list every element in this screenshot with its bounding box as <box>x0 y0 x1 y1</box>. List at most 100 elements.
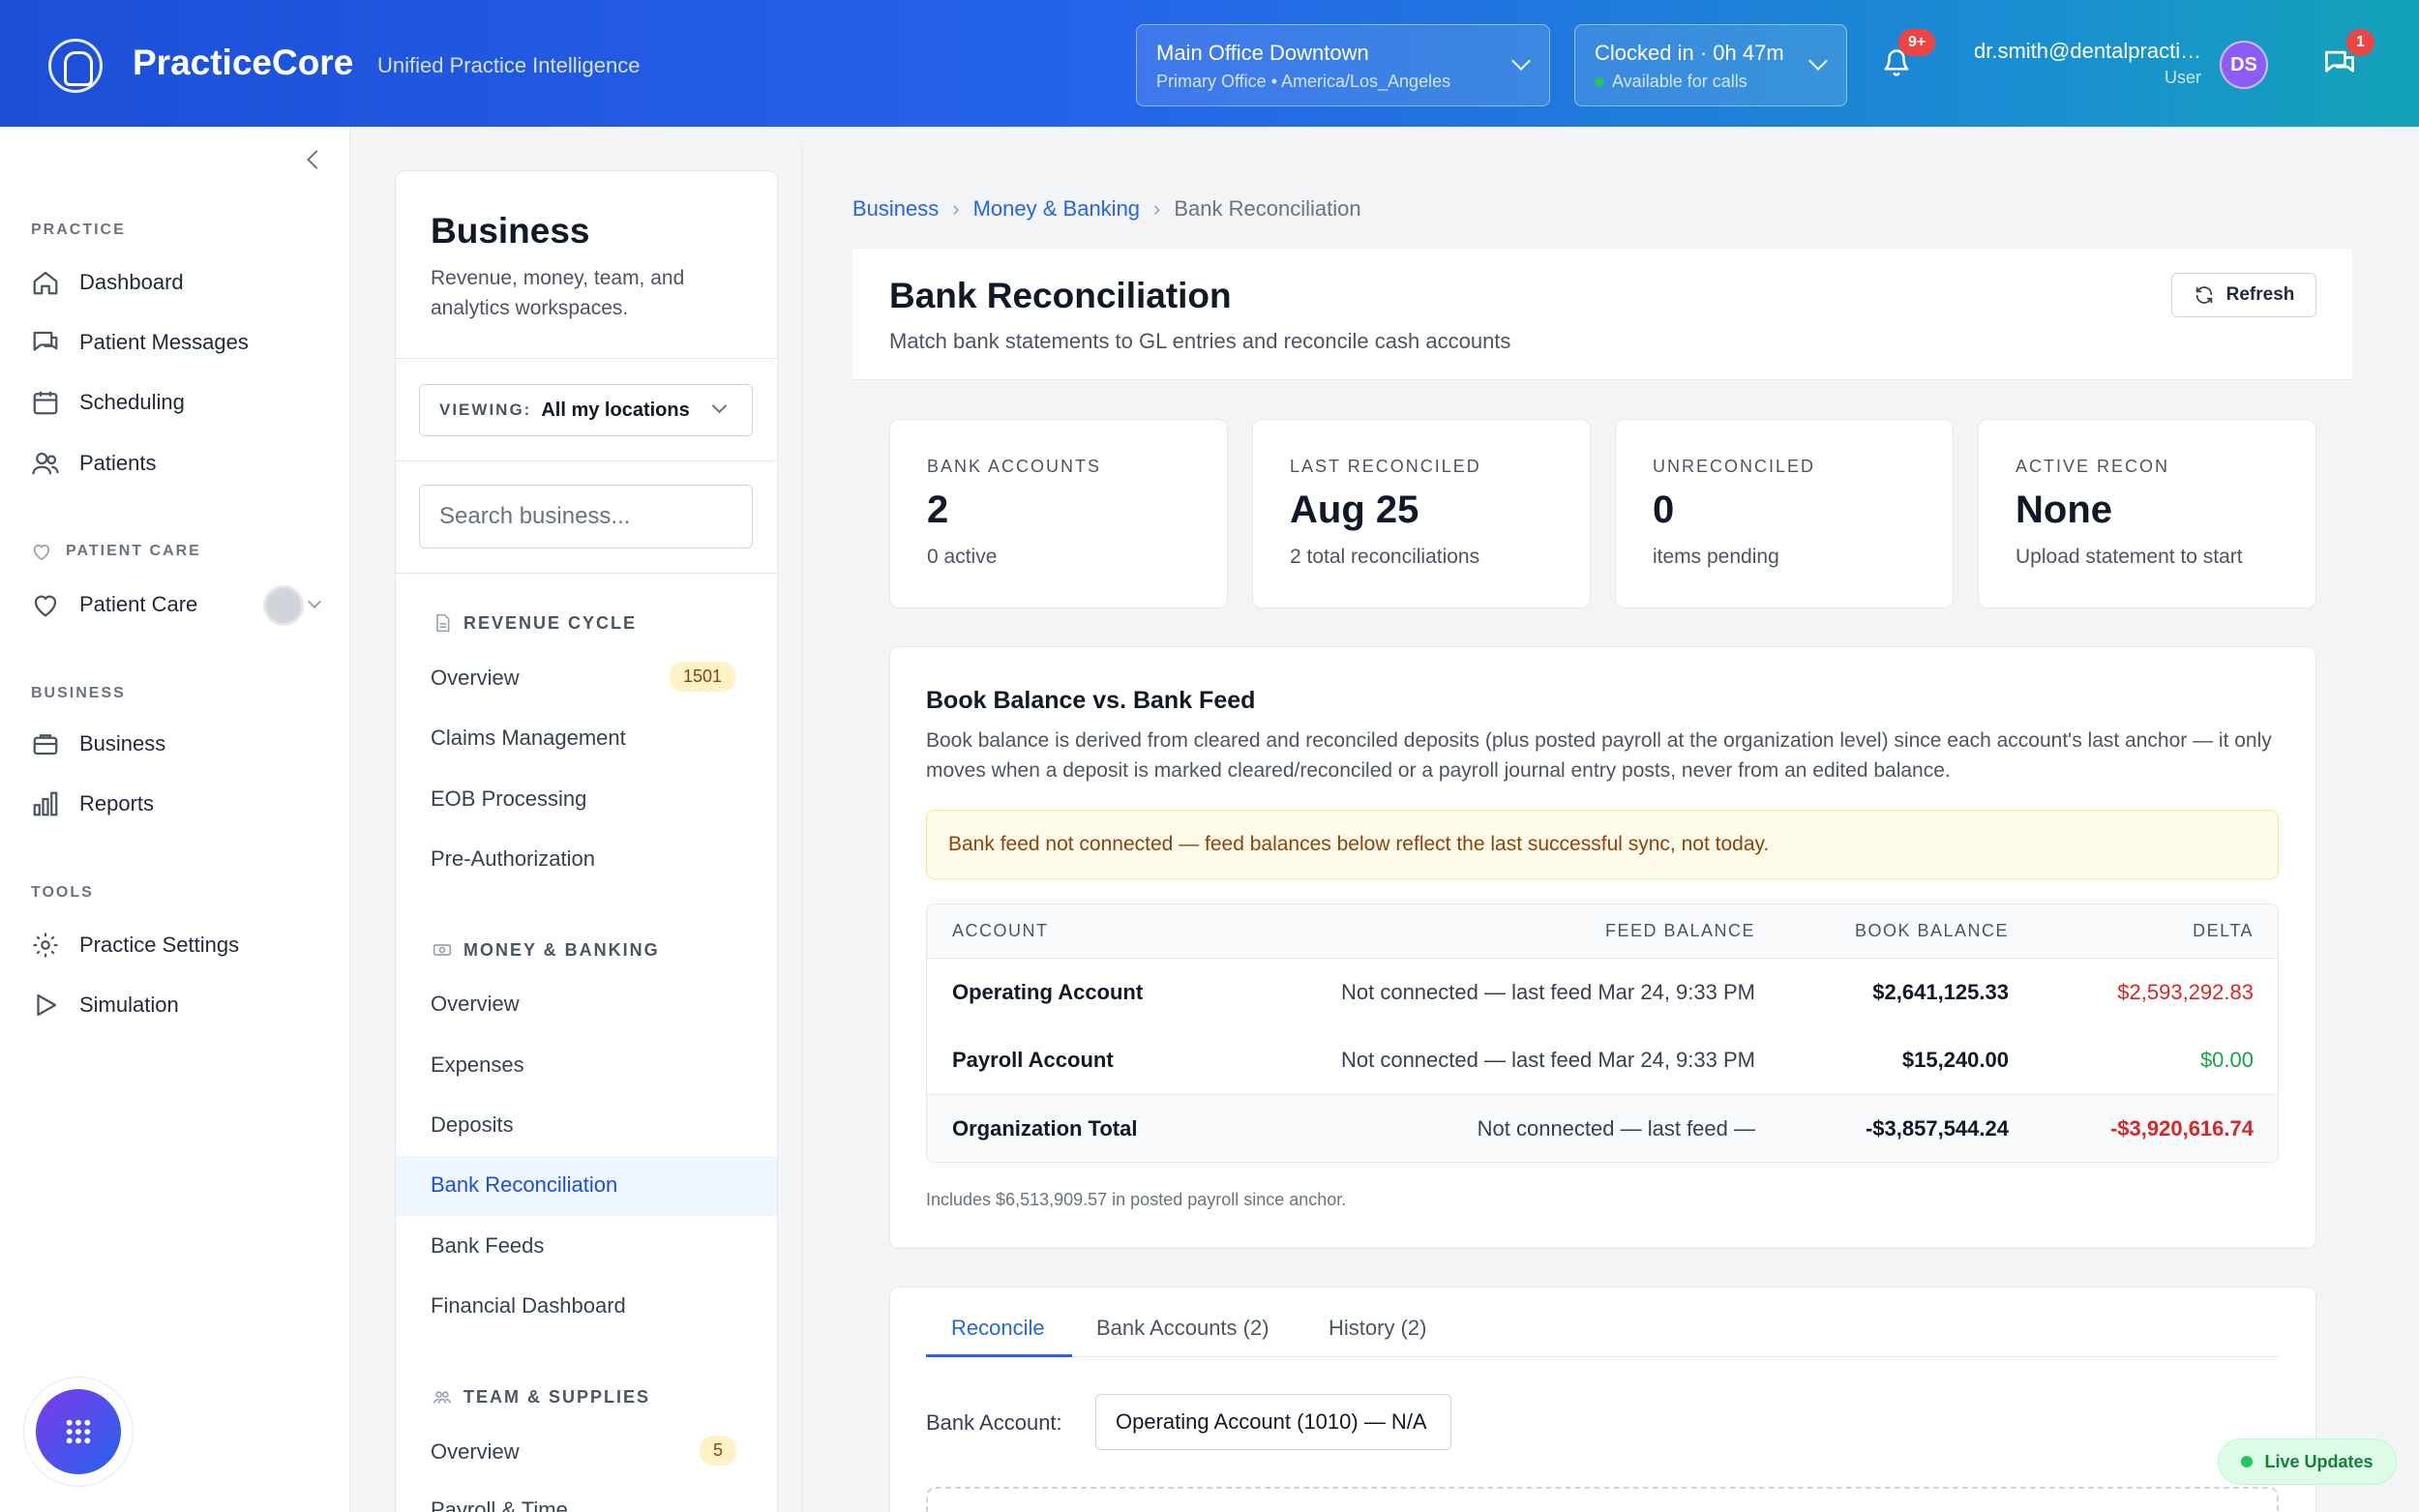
sidebar-section-business: BUSINESS <box>31 685 126 701</box>
team-icon <box>433 1391 452 1404</box>
book-balance: -$3,857,544.24 <box>1865 1115 2009 1141</box>
sidebar-item-dashboard[interactable]: Dashboard <box>31 263 184 302</box>
sidebar-item-label: Practice Settings <box>79 933 240 957</box>
stat-value: Aug 25 <box>1290 489 1419 531</box>
viewing-label: VIEWING: <box>439 400 532 419</box>
tab-divider <box>926 1356 2279 1357</box>
group-money-banking: MONEY & BANKING <box>433 938 660 962</box>
subnav-money-overview[interactable]: Overview <box>431 992 520 1017</box>
sidebar-item-business[interactable]: Business <box>31 725 165 763</box>
sidebar-item-simulation[interactable]: Simulation <box>31 986 179 1024</box>
subnav-expenses[interactable]: Expenses <box>431 1052 524 1078</box>
table-row-total: Organization Total Not connected — last … <box>927 1094 2278 1162</box>
stat-card-unreconciled: UNRECONCILED 0 items pending <box>1615 419 1954 608</box>
section-description: Book balance is derived from cleared and… <box>926 729 2272 782</box>
stat-sub: 2 total reconciliations <box>1290 546 1480 568</box>
sidebar-item-scheduling[interactable]: Scheduling <box>31 383 185 422</box>
count-badge: 1501 <box>670 662 736 692</box>
subnav-bank-feeds[interactable]: Bank Feeds <box>431 1233 544 1259</box>
live-updates-indicator: Live Updates <box>2218 1438 2397 1485</box>
balance-table: ACCOUNT FEED BALANCE BOOK BALANCE DELTA … <box>926 904 2279 1163</box>
divider <box>396 460 777 461</box>
tab-history[interactable]: History (2) <box>1329 1316 1426 1341</box>
stat-label: UNRECONCILED <box>1653 457 1816 476</box>
delta: $0.00 <box>2199 1048 2254 1072</box>
sidebar-item-label: Business <box>79 731 166 756</box>
subnav-pre-authorization[interactable]: Pre-Authorization <box>431 846 595 872</box>
search-input[interactable] <box>419 485 753 548</box>
sidebar-item-practice-settings[interactable]: Practice Settings <box>31 926 239 964</box>
briefcase-icon <box>33 734 58 756</box>
panel-title: Business <box>431 211 590 251</box>
sidebar-item-label: Patients <box>79 451 157 475</box>
patient-care-toggle[interactable] <box>263 585 304 626</box>
subnav-deposits[interactable]: Deposits <box>431 1112 514 1138</box>
avatar[interactable]: DS <box>2220 41 2268 89</box>
sidebar-item-label: Dashboard <box>79 270 184 294</box>
sidebar-item-label: Patient Messages <box>79 330 249 354</box>
stat-sub: items pending <box>1653 546 1779 568</box>
top-bar: PracticeCore Unified Practice Intelligen… <box>0 0 2419 127</box>
tagline: Unified Practice Intelligence <box>377 53 641 77</box>
bank-account-select[interactable]: Operating Account (1010) — N/A <box>1095 1394 1451 1450</box>
stat-label: ACTIVE RECON <box>2016 457 2170 476</box>
logo-icon <box>48 39 103 93</box>
sidebar-item-label: Patient Care <box>79 592 198 616</box>
account-name: Operating Account <box>952 980 1144 1004</box>
divider <box>396 573 777 574</box>
stat-sub: Upload statement to start <box>2016 546 2243 568</box>
divider <box>396 358 777 359</box>
gear-icon <box>33 933 58 958</box>
subnav-eob-processing[interactable]: EOB Processing <box>431 786 586 812</box>
delta: $2,593,292.83 <box>2117 980 2254 1004</box>
payroll-footnote: Includes $6,513,909.57 in posted payroll… <box>926 1190 1347 1209</box>
availability-status: Available for calls <box>1612 72 1747 91</box>
subnav-financial-dashboard[interactable]: Financial Dashboard <box>431 1293 626 1319</box>
breadcrumb: Business › Money & Banking › Bank Reconcilia… <box>852 196 1361 222</box>
subnav-team-overview[interactable]: Overview <box>431 1439 520 1465</box>
heart-icon <box>34 595 57 617</box>
tab-reconcile[interactable]: Reconcile <box>951 1316 1045 1341</box>
subnav-payroll-time[interactable]: Payroll & Time <box>431 1497 568 1512</box>
table-header: ACCOUNT FEED BALANCE BOOK BALANCE DELTA <box>927 904 2278 959</box>
user-email[interactable]: dr.smith@dentalpractice.com <box>1974 39 2211 64</box>
clock-status: Clocked in · 0h 47m <box>1595 41 1784 65</box>
panel-description: Revenue, money, team, and analytics work… <box>431 267 685 319</box>
sidebar-item-label: Scheduling <box>79 390 185 414</box>
play-icon <box>37 993 57 1017</box>
subnav-revenue-overview[interactable]: Overview <box>431 666 520 691</box>
bar-chart-icon <box>33 791 58 816</box>
chevron-right-icon: › <box>1153 196 1161 221</box>
brand-name[interactable]: PracticeCore <box>133 43 353 83</box>
breadcrumb-business[interactable]: Business <box>852 196 939 221</box>
group-revenue-cycle: REVENUE CYCLE <box>433 611 637 635</box>
notifications-badge: 9+ <box>1898 29 1936 56</box>
sidebar-item-reports[interactable]: Reports <box>31 785 154 823</box>
subnav-claims-management[interactable]: Claims Management <box>431 726 626 751</box>
sidebar-item-patient-care[interactable]: Patient Care <box>31 585 197 624</box>
chat-icon <box>33 331 58 351</box>
location-selector[interactable]: Main Office Downtown Primary Office • Am… <box>1136 24 1550 106</box>
active-tab-indicator <box>926 1354 1072 1357</box>
panel-divider <box>802 145 803 1512</box>
clock-status-selector[interactable]: Clocked in · 0h 47m Available for calls <box>1574 24 1847 106</box>
apps-launcher-button[interactable] <box>36 1389 121 1474</box>
table-row[interactable]: Payroll Account Not connected — last fee… <box>927 1026 2278 1094</box>
feed-warning-banner: Bank feed not connected — feed balances … <box>926 810 2279 879</box>
sidebar-item-label: Reports <box>79 791 155 815</box>
chevron-right-icon: › <box>952 196 960 221</box>
grid-icon <box>66 1419 91 1444</box>
book-balance: $2,641,125.33 <box>1872 980 2009 1004</box>
messages-badge: 1 <box>2346 29 2374 56</box>
subnav-bank-reconciliation[interactable]: Bank Reconciliation <box>431 1172 617 1198</box>
sidebar-item-patients[interactable]: Patients <box>31 444 157 483</box>
location-filter[interactable]: VIEWING: All my locations <box>419 384 753 436</box>
statement-dropzone[interactable] <box>926 1487 2279 1512</box>
stat-sub: 0 active <box>927 546 998 568</box>
sidebar-item-patient-messages[interactable]: Patient Messages <box>31 323 249 362</box>
table-row[interactable]: Operating Account Not connected — last f… <box>927 959 2278 1026</box>
breadcrumb-money-banking[interactable]: Money & Banking <box>973 196 1140 221</box>
refresh-button[interactable]: Refresh <box>2171 273 2316 317</box>
stat-card-active-recon: ACTIVE RECON None Upload statement to st… <box>1978 419 2316 608</box>
tab-bank-accounts[interactable]: Bank Accounts (2) <box>1096 1316 1269 1341</box>
